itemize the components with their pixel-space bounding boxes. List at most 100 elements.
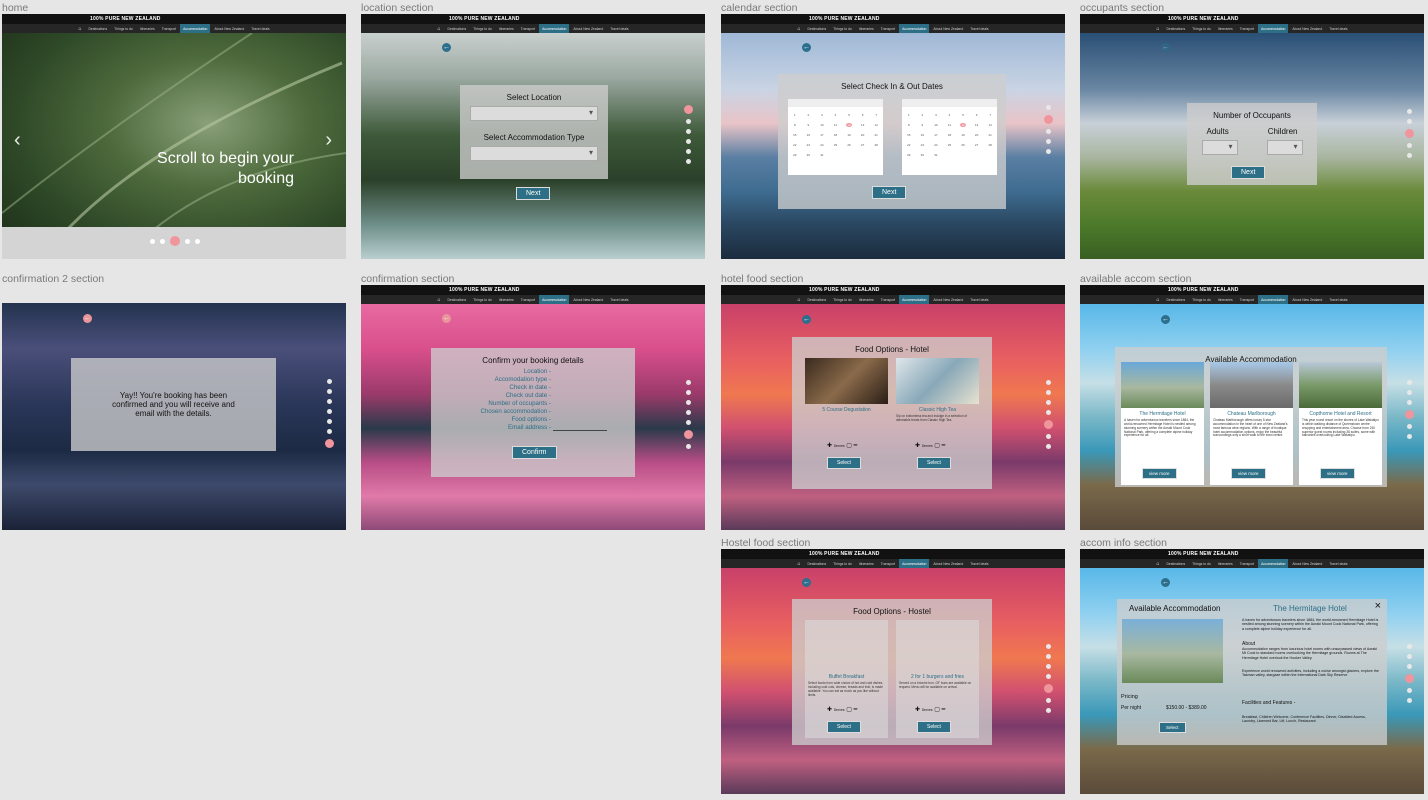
section-dot[interactable] xyxy=(327,419,332,424)
section-dot-active[interactable] xyxy=(325,439,334,448)
nav-item[interactable]: Things to do xyxy=(830,295,855,304)
nav-item[interactable]: Itineraries xyxy=(856,559,877,568)
nav-item-active[interactable]: Accommodation xyxy=(1258,24,1289,33)
section-dot[interactable] xyxy=(1046,129,1051,134)
select-button[interactable]: Select xyxy=(917,457,951,469)
nav-item-active[interactable]: Accommodation xyxy=(899,559,930,568)
nav-item-active[interactable]: Accommodation xyxy=(180,24,211,33)
section-dot-active[interactable] xyxy=(1405,674,1414,683)
nav-item[interactable]: About New Zealand xyxy=(211,24,247,33)
nav-item[interactable]: Itineraries xyxy=(1215,295,1236,304)
nav-item[interactable]: About New Zealand xyxy=(930,24,966,33)
nav-item[interactable]: Destinations xyxy=(444,295,469,304)
section-dot[interactable] xyxy=(1407,664,1412,669)
back-icon[interactable]: ← xyxy=(802,315,811,324)
section-dot[interactable] xyxy=(1046,644,1051,649)
section-dot[interactable] xyxy=(1046,664,1051,669)
section-dot-active[interactable] xyxy=(1405,129,1414,138)
section-dot[interactable] xyxy=(1046,410,1051,415)
nav-item[interactable]: Itineraries xyxy=(496,24,517,33)
nav-item[interactable]: Transport xyxy=(878,295,898,304)
section-dot[interactable] xyxy=(686,420,691,425)
carousel-dot-active[interactable] xyxy=(170,236,180,246)
section-dot[interactable] xyxy=(1046,708,1051,713)
view-more-button[interactable]: view more xyxy=(1142,468,1177,479)
section-dot[interactable] xyxy=(1407,688,1412,693)
children-select[interactable] xyxy=(1266,140,1303,155)
home-icon[interactable]: ⌂ xyxy=(434,24,443,33)
back-icon[interactable]: ← xyxy=(442,314,451,323)
nav-item[interactable]: About New Zealand xyxy=(1289,559,1325,568)
section-dot[interactable] xyxy=(1407,380,1412,385)
section-dot[interactable] xyxy=(1046,434,1051,439)
nav-item[interactable]: Itineraries xyxy=(1215,24,1236,33)
back-icon[interactable]: ← xyxy=(802,578,811,587)
select-button[interactable]: Select xyxy=(1159,722,1186,733)
nav-item[interactable]: Travel deals xyxy=(607,24,631,33)
section-dot[interactable] xyxy=(1407,119,1412,124)
nav-item[interactable]: Destinations xyxy=(1163,559,1188,568)
home-icon[interactable]: ⌂ xyxy=(794,559,803,568)
view-more-button[interactable]: view more xyxy=(1320,468,1355,479)
nav-item[interactable]: About New Zealand xyxy=(930,559,966,568)
section-dot[interactable] xyxy=(1407,698,1412,703)
nav-item[interactable]: Destinations xyxy=(804,559,829,568)
nav-item[interactable]: Itineraries xyxy=(496,295,517,304)
nav-item[interactable]: About New Zealand xyxy=(570,295,606,304)
nav-item[interactable]: Destinations xyxy=(85,24,110,33)
nav-item-active[interactable]: Accommodation xyxy=(899,295,930,304)
nav-item[interactable]: Destinations xyxy=(444,24,469,33)
section-dot[interactable] xyxy=(1046,698,1051,703)
section-dot[interactable] xyxy=(686,149,691,154)
nav-item[interactable]: Travel deals xyxy=(967,24,991,33)
nav-item-active[interactable]: Accommodation xyxy=(539,295,570,304)
view-more-button[interactable]: view more xyxy=(1231,468,1266,479)
nav-item[interactable]: Things to do xyxy=(1189,24,1214,33)
section-dot[interactable] xyxy=(686,159,691,164)
nav-item-active[interactable]: Accommodation xyxy=(1258,559,1289,568)
nav-item[interactable]: Things to do xyxy=(470,295,495,304)
home-icon[interactable]: ⌂ xyxy=(75,24,84,33)
section-dot[interactable] xyxy=(1407,424,1412,429)
nav-item[interactable]: Things to do xyxy=(470,24,495,33)
next-button[interactable]: Next xyxy=(1231,166,1266,179)
back-icon[interactable]: ← xyxy=(83,314,92,323)
serves-stepper[interactable]: ✚ Serves ▢ ━ xyxy=(915,706,945,713)
nav-item[interactable]: Destinations xyxy=(1163,24,1188,33)
section-dot[interactable] xyxy=(1407,434,1412,439)
next-button[interactable]: Next xyxy=(872,186,907,199)
location-select[interactable] xyxy=(470,106,598,121)
section-dot[interactable] xyxy=(686,139,691,144)
section-dot[interactable] xyxy=(1046,380,1051,385)
section-dot[interactable] xyxy=(327,389,332,394)
nav-item[interactable]: Transport xyxy=(518,24,538,33)
nav-item[interactable]: Itineraries xyxy=(856,24,877,33)
accommodation-type-select[interactable] xyxy=(470,146,598,161)
home-icon[interactable]: ⌂ xyxy=(434,295,443,304)
carousel-dot[interactable] xyxy=(160,238,165,244)
email-field[interactable] xyxy=(553,430,607,431)
nav-item[interactable]: Transport xyxy=(159,24,179,33)
close-icon[interactable]: × xyxy=(1375,600,1381,612)
nav-item[interactable]: Travel deals xyxy=(1326,24,1350,33)
nav-item[interactable]: Destinations xyxy=(1163,295,1188,304)
nav-item[interactable]: Destinations xyxy=(804,295,829,304)
nav-item[interactable]: About New Zealand xyxy=(570,24,606,33)
section-dot[interactable] xyxy=(327,379,332,384)
nav-item[interactable]: Transport xyxy=(878,24,898,33)
section-dot[interactable] xyxy=(1046,105,1051,110)
back-icon[interactable]: ← xyxy=(1161,578,1170,587)
section-dot[interactable] xyxy=(1046,139,1051,144)
nav-item[interactable]: Transport xyxy=(1237,559,1257,568)
back-icon[interactable]: ← xyxy=(1161,43,1170,52)
nav-item[interactable]: Travel deals xyxy=(1326,559,1350,568)
nav-item-active[interactable]: Accommodation xyxy=(1258,295,1289,304)
nav-item[interactable]: Transport xyxy=(1237,24,1257,33)
section-dot[interactable] xyxy=(1046,149,1051,154)
section-dot[interactable] xyxy=(686,444,691,449)
back-icon[interactable]: ← xyxy=(1161,315,1170,324)
nav-item[interactable]: Itineraries xyxy=(856,295,877,304)
section-dot[interactable] xyxy=(327,409,332,414)
home-icon[interactable]: ⌂ xyxy=(1153,295,1162,304)
nav-item[interactable]: Itineraries xyxy=(137,24,158,33)
